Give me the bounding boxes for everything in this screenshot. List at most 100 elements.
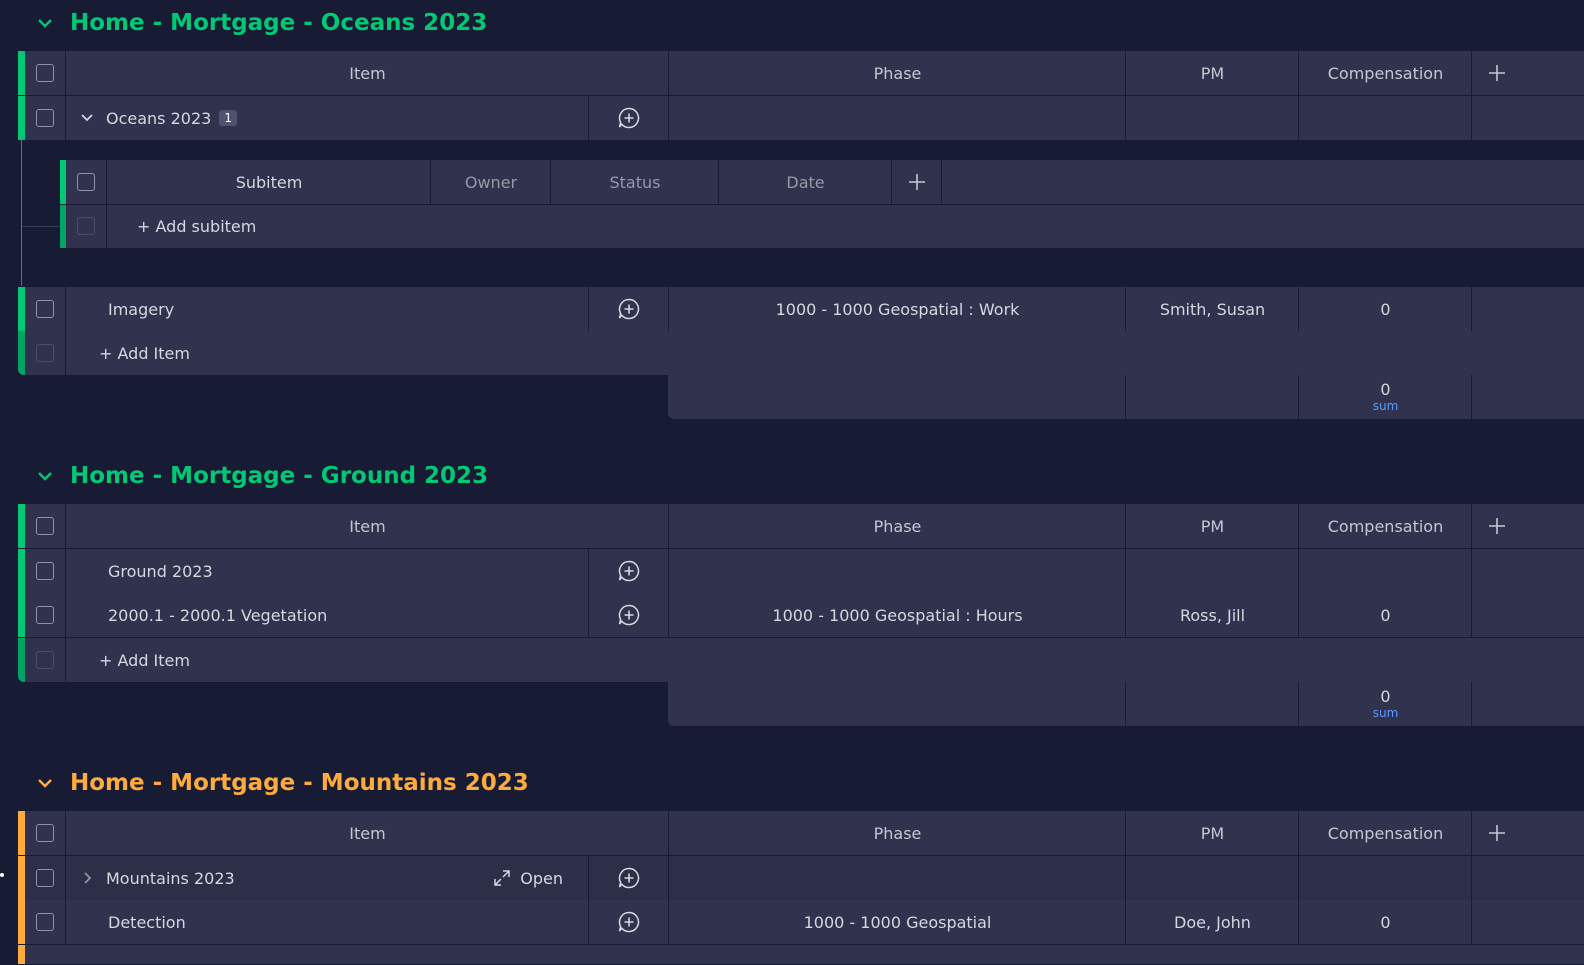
column-header-pm[interactable]: PM [1125,504,1299,548]
pm-cell[interactable]: Doe, John [1125,900,1299,944]
add-update-button[interactable] [588,856,669,900]
cursor-dot [0,873,4,877]
add-update-button[interactable] [588,593,669,637]
table-row[interactable]: 2000.1 - 2000.1 Vegetation 1000 - 1000 G… [18,593,1584,638]
group-title-mountains[interactable]: Home - Mortgage - Mountains 2023 [34,770,529,796]
phase-cell[interactable]: 1000 - 1000 Geospatial : Work [668,287,1126,331]
sum-value: 0 [1380,380,1391,399]
pm-cell[interactable]: Smith, Susan [1125,287,1299,331]
sum-label: sum [1372,399,1399,413]
chevron-right-icon[interactable] [78,869,96,887]
sum-label: sum [1372,706,1399,720]
group-title-ground[interactable]: Home - Mortgage - Ground 2023 [34,463,488,489]
plus-icon [909,174,925,190]
add-item-row[interactable]: + Add Item [18,331,1584,376]
plus-icon [1489,65,1505,81]
add-update-button[interactable] [588,287,669,331]
plus-icon [1489,825,1505,841]
column-header-status[interactable]: Status [550,160,719,204]
compensation-sum[interactable]: 0 sum [1298,682,1472,726]
pm-cell[interactable]: Ross, Jill [1125,593,1299,637]
column-header-compensation[interactable]: Compensation [1298,51,1472,95]
add-column-button[interactable] [1471,51,1522,95]
column-header-item[interactable]: Item [65,811,669,855]
table-row[interactable]: Detection 1000 - 1000 Geospatial Doe, Jo… [18,900,1584,945]
item-name: Mountains 2023 [106,868,235,888]
add-column-button[interactable] [1471,504,1522,548]
table-row[interactable]: Ground 2023 [18,549,1584,594]
table-row-hovered[interactable]: Mountains 2023 Open [18,856,1584,903]
group-title-text: Home - Mortgage - Ground 2023 [70,463,489,489]
column-header-item[interactable]: Item [65,51,669,95]
item-name[interactable]: 2000.1 - 2000.1 Vegetation [65,593,588,637]
item-name[interactable]: Imagery [65,287,588,331]
compensation-cell[interactable]: 0 [1298,900,1472,944]
column-header-compensation[interactable]: Compensation [1298,504,1472,548]
table-row[interactable] [18,945,1584,965]
add-update-icon [618,560,640,582]
column-header-phase[interactable]: Phase [668,811,1126,855]
item-name[interactable]: Ground 2023 [65,549,588,593]
add-item-input[interactable]: + Add Item [65,331,1584,375]
chevron-down-icon[interactable] [78,109,96,127]
add-subitem-row[interactable]: + Add subitem [60,205,1584,248]
chevron-down-icon[interactable] [34,12,56,34]
column-header-date[interactable]: Date [718,160,892,204]
table-header: Item Phase PM Compensation [18,51,1584,96]
sum-value: 0 [1380,687,1391,706]
subitem-count-badge[interactable]: 1 [219,110,237,126]
select-all-subitems-checkbox[interactable] [77,173,95,191]
add-column-button[interactable] [1471,811,1522,855]
add-update-button[interactable] [588,549,669,593]
table-header: Item Phase PM Compensation [18,504,1584,549]
column-header-phase[interactable]: Phase [668,504,1126,548]
chevron-down-icon[interactable] [34,465,56,487]
row-checkbox [77,217,95,235]
row-checkbox[interactable] [36,606,54,624]
compensation-cell[interactable]: 0 [1298,287,1472,331]
item-name[interactable]: Detection [65,900,588,944]
summary-row: 0 sum [668,682,1584,726]
add-update-icon [618,867,640,889]
add-subitem-column-button[interactable] [891,160,942,204]
column-header-owner[interactable]: Owner [430,160,551,204]
row-checkbox[interactable] [36,300,54,318]
expand-arrows-icon [494,870,511,886]
compensation-sum[interactable]: 0 sum [1298,375,1472,419]
plus-icon [1489,518,1505,534]
column-header-subitem[interactable]: Subitem [106,160,431,204]
subitems-header: Subitem Owner Status Date [60,160,1584,205]
chevron-down-icon[interactable] [34,772,56,794]
compensation-cell[interactable]: 0 [1298,593,1472,637]
group-title-oceans[interactable]: Home - Mortgage - Oceans 2023 [34,10,487,36]
select-all-checkbox[interactable] [36,64,54,82]
table-row[interactable]: Oceans 2023 1 [18,96,1584,141]
phase-cell[interactable]: 1000 - 1000 Geospatial [668,900,1126,944]
summary-row: 0 sum [668,375,1584,419]
add-update-button[interactable] [588,96,669,140]
group-title-text: Home - Mortgage - Mountains 2023 [70,770,529,796]
select-all-checkbox[interactable] [36,824,54,842]
column-header-pm[interactable]: PM [1125,51,1299,95]
table-row[interactable]: Imagery 1000 - 1000 Geospatial : Work Sm… [18,287,1584,332]
phase-cell[interactable]: 1000 - 1000 Geospatial : Hours [668,593,1126,637]
table-header: Item Phase PM Compensation [18,811,1584,856]
add-update-icon [618,604,640,626]
item-cell[interactable]: Mountains 2023 Open [65,856,589,900]
add-subitem-input[interactable]: + Add subitem [106,205,1584,248]
add-item-row[interactable]: + Add Item [18,638,1584,683]
add-item-input[interactable]: + Add Item [65,638,1584,682]
row-checkbox[interactable] [36,869,54,887]
add-update-button[interactable] [588,900,669,944]
row-checkbox[interactable] [36,562,54,580]
item-cell[interactable]: Oceans 2023 1 [65,96,589,140]
open-item-button[interactable]: Open [492,868,563,888]
row-checkbox [36,651,54,669]
row-checkbox[interactable] [36,109,54,127]
select-all-checkbox[interactable] [36,517,54,535]
column-header-compensation[interactable]: Compensation [1298,811,1472,855]
row-checkbox[interactable] [36,913,54,931]
column-header-pm[interactable]: PM [1125,811,1299,855]
column-header-phase[interactable]: Phase [668,51,1126,95]
column-header-item[interactable]: Item [65,504,669,548]
